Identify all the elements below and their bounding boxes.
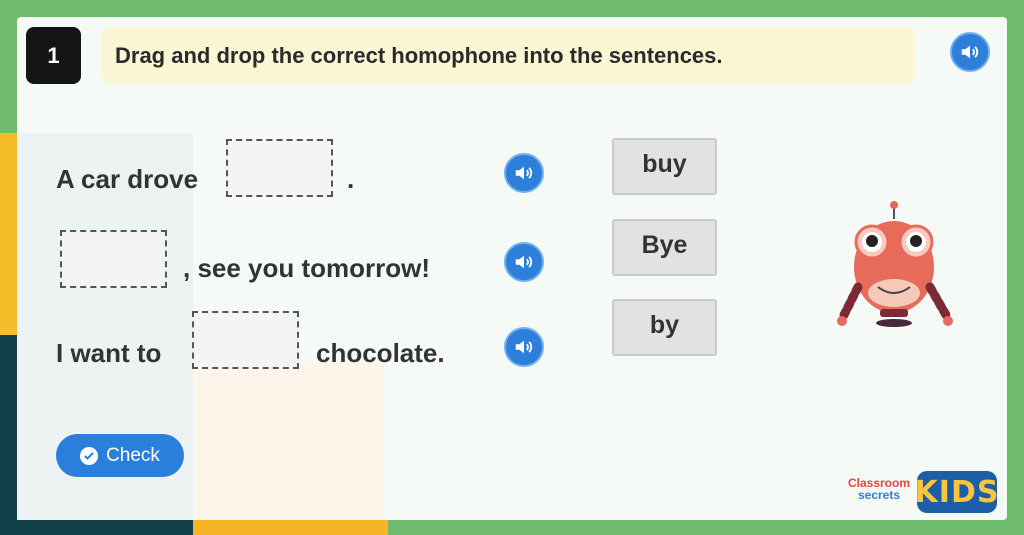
drop-zone-3[interactable] — [192, 311, 299, 369]
word-tile-buy[interactable]: buy — [612, 138, 717, 195]
sentence-2-end: , see you tomorrow! — [183, 253, 431, 283]
drop-zone-2[interactable] — [60, 230, 167, 288]
sentence-3-start: I want to — [56, 338, 162, 368]
word-tile-by[interactable]: by — [612, 299, 717, 356]
drop-zone-1[interactable] — [226, 139, 333, 197]
sentence-3-audio-button[interactable] — [504, 327, 544, 367]
speaker-icon — [515, 166, 533, 180]
checkmark-circle-icon — [80, 446, 99, 465]
classroom-secrets-kids-logo: Classroom secrets KIDS — [839, 471, 999, 513]
speaker-icon — [961, 45, 979, 59]
instruction-text: Drag and drop the correct homophone into… — [115, 42, 723, 68]
logo-line2: secrets — [857, 488, 901, 502]
sentence-1-end: . — [347, 164, 355, 194]
sentence-3-end: chocolate. — [316, 338, 445, 368]
instruction-audio-button[interactable] — [950, 32, 990, 72]
robot-mascot — [837, 201, 953, 327]
instruction-banner: Drag and drop the correct homophone into… — [102, 27, 915, 84]
speaker-icon — [515, 340, 533, 354]
sentence-1-start: A car drove — [56, 164, 199, 194]
word-tile-bye[interactable]: Bye — [612, 219, 717, 276]
background-panel — [193, 362, 383, 520]
question-number: 1 — [26, 27, 81, 84]
sentence-1-audio-button[interactable] — [504, 153, 544, 193]
sentence-2-audio-button[interactable] — [504, 242, 544, 282]
activity-card: 1 Drag and drop the correct homophone in… — [17, 17, 1007, 520]
speaker-icon — [515, 255, 533, 269]
check-button-label: Check — [106, 444, 160, 466]
logo-kids: KIDS — [915, 471, 998, 513]
check-button[interactable]: Check — [56, 434, 184, 477]
